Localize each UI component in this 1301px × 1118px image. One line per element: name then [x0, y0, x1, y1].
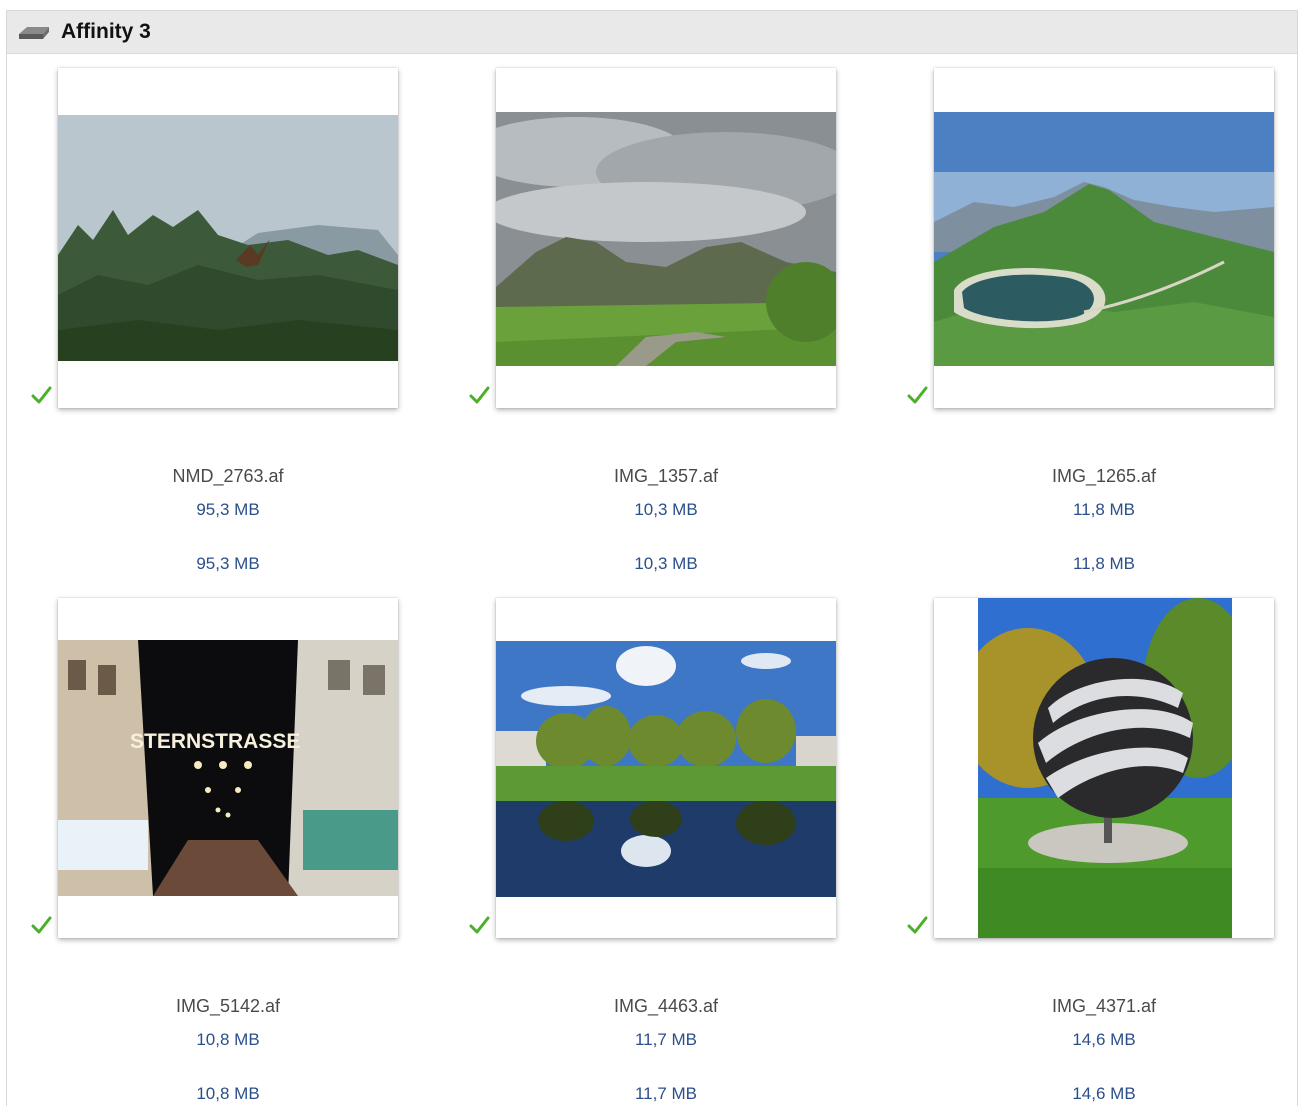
- thumbnail[interactable]: [496, 598, 836, 938]
- section-header[interactable]: Affinity 3: [7, 11, 1297, 54]
- checkmark-icon: [469, 386, 490, 404]
- file-name: IMG_4371.af: [1051, 996, 1157, 1016]
- thumbnail[interactable]: STERNSTRASSE: [58, 598, 398, 938]
- file-name: IMG_1265.af: [1051, 466, 1157, 486]
- sign-text: STERNSTRASSE: [130, 730, 300, 753]
- checkmark-icon: [907, 916, 928, 934]
- file-size: 10,8 MB: [196, 1030, 260, 1049]
- file-size-secondary: 14,6 MB: [1072, 1084, 1136, 1103]
- thumbnail[interactable]: [934, 68, 1274, 408]
- photo-sphere-sculpture: [978, 598, 1232, 938]
- file-item[interactable]: IMG_1357.af 10,3 MB 10,3 MB: [466, 68, 886, 588]
- checkmark-icon: [469, 916, 490, 934]
- file-size-secondary: 11,7 MB: [634, 1084, 698, 1103]
- file-size: 14,6 MB: [1072, 1030, 1136, 1049]
- thumbnail[interactable]: [58, 68, 398, 408]
- checkmark-icon: [907, 386, 928, 404]
- file-item[interactable]: IMG_4463.af 11,7 MB 11,7 MB: [466, 598, 886, 1118]
- file-size: 10,3 MB: [634, 500, 698, 519]
- file-size: 11,8 MB: [1072, 500, 1136, 519]
- section-title: Affinity 3: [61, 20, 151, 43]
- file-name: IMG_4463.af: [613, 996, 719, 1016]
- file-name: NMD_2763.af: [172, 466, 284, 486]
- file-size-secondary: 11,8 MB: [1072, 554, 1136, 573]
- file-size-secondary: 10,8 MB: [196, 1084, 260, 1103]
- file-size-secondary: 10,3 MB: [634, 554, 698, 573]
- file-item[interactable]: NMD_2763.af 95,3 MB 95,3 MB: [28, 68, 448, 588]
- file-item[interactable]: IMG_4371.af 14,6 MB 14,6 MB: [904, 598, 1301, 1118]
- file-size: 95,3 MB: [196, 500, 260, 519]
- checkmark-icon: [31, 386, 52, 404]
- file-item[interactable]: IMG_1265.af 11,8 MB 11,8 MB: [904, 68, 1301, 588]
- file-name: IMG_1357.af: [613, 466, 719, 486]
- photo-forest-bird: [58, 115, 398, 361]
- thumbnail[interactable]: [934, 598, 1274, 938]
- file-size-secondary: 95,3 MB: [196, 554, 260, 573]
- photo-alpine-lake: [934, 112, 1274, 366]
- thumbnail[interactable]: [496, 68, 836, 408]
- photo-street-night: STERNSTRASSE: [58, 640, 398, 896]
- file-size: 11,7 MB: [634, 1030, 698, 1049]
- checkmark-icon: [31, 916, 52, 934]
- file-name: IMG_5142.af: [175, 996, 281, 1016]
- file-item[interactable]: STERNSTRASSE IMG_5142.af 10,8 MB 10,8 MB: [28, 598, 448, 1118]
- photo-mountain-meadow: [496, 112, 836, 366]
- photo-park-pond: [496, 641, 836, 897]
- drive-icon: [19, 27, 49, 39]
